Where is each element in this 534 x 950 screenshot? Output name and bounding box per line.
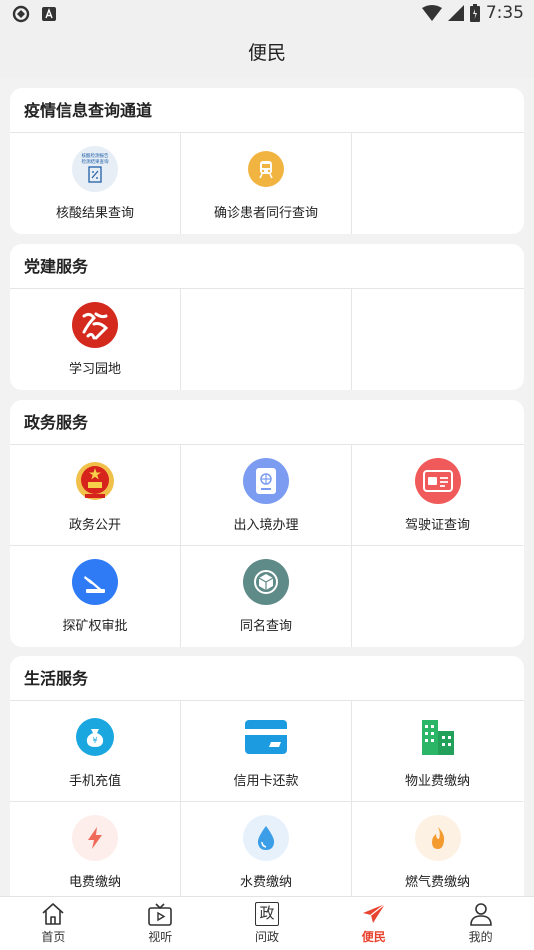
credit-card-icon xyxy=(245,720,287,754)
service-label: 核酸结果查询 xyxy=(55,206,134,221)
tab-label: 我的 xyxy=(468,930,493,944)
tab-label: 视听 xyxy=(148,930,173,944)
tab-label: 问政 xyxy=(254,930,279,944)
tab-label: 首页 xyxy=(41,930,66,944)
service-label: 出入境办理 xyxy=(233,518,299,533)
page-title: 便民 xyxy=(0,28,534,78)
service-mining-approval[interactable]: 探矿权审批 xyxy=(10,546,181,647)
service-gov-open[interactable]: 政务公开 xyxy=(10,445,181,546)
battery-icon xyxy=(469,4,480,22)
section-government: 政务服务 政务公开 出入境办理 驾驶证查询 探矿权审批 同名查询 xyxy=(10,400,524,647)
service-same-name[interactable]: 同名查询 xyxy=(181,546,352,647)
buildings-icon xyxy=(415,714,461,760)
section-title: 党建服务 xyxy=(10,244,524,289)
service-label: 同名查询 xyxy=(239,619,292,634)
service-immigration[interactable]: 出入境办理 xyxy=(181,445,352,546)
empty-cell xyxy=(352,289,523,390)
section-title: 疫情信息查询通道 xyxy=(10,88,524,133)
service-label: 确诊患者同行查询 xyxy=(213,206,318,221)
national-emblem-icon xyxy=(72,458,118,504)
service-label: 手机充值 xyxy=(68,774,121,789)
service-label: 水费缴纳 xyxy=(239,875,292,890)
nucleic-test-icon: 核酸检测报告 检测结果查询 xyxy=(72,146,118,192)
status-time: 7:35 xyxy=(485,3,524,23)
study-logo-icon xyxy=(72,302,118,348)
license-card-icon xyxy=(414,458,461,504)
section-title: 政务服务 xyxy=(10,400,524,445)
service-gas[interactable]: 燃气费缴纳 xyxy=(352,802,523,896)
passport-icon xyxy=(243,458,289,504)
user-icon xyxy=(469,903,492,926)
service-label: 政务公开 xyxy=(68,518,121,533)
empty-cell xyxy=(352,133,523,234)
water-drop-icon xyxy=(243,815,289,861)
svg-text:检测结果查询: 检测结果查询 xyxy=(82,158,109,165)
service-driving-license[interactable]: 驾驶证查询 xyxy=(352,445,523,546)
service-label: 物业费缴纳 xyxy=(404,774,470,789)
signal-icon xyxy=(447,5,464,21)
tv-icon xyxy=(148,903,172,926)
mining-icon xyxy=(72,559,118,605)
home-icon xyxy=(42,903,64,925)
tab-mine[interactable]: 我的 xyxy=(427,897,534,950)
cube-icon xyxy=(243,559,289,605)
section-title: 生活服务 xyxy=(10,656,524,701)
svg-text:核酸检测报告: 核酸检测报告 xyxy=(82,152,109,159)
tab-video[interactable]: 视听 xyxy=(107,897,214,950)
zheng-icon: 政 xyxy=(254,902,279,926)
section-life: 生活服务 ¥ 手机充值 信用卡还款 物业费缴纳 电费缴纳 水费缴纳 燃气费缴纳 xyxy=(10,656,524,896)
section-epidemic: 疫情信息查询通道 核酸检测报告 检测结果查询 核酸结果查询 确诊患者同行查询 xyxy=(10,88,524,234)
empty-cell xyxy=(181,289,352,390)
tab-convenience[interactable]: 便民 xyxy=(320,897,427,950)
service-phone-recharge[interactable]: ¥ 手机充值 xyxy=(10,701,181,802)
money-bag-icon: ¥ xyxy=(76,718,114,756)
service-label: 学习园地 xyxy=(68,362,121,377)
tab-label: 便民 xyxy=(361,930,386,944)
service-credit-card[interactable]: 信用卡还款 xyxy=(181,701,352,802)
train-icon xyxy=(248,151,284,187)
section-party: 党建服务 学习园地 xyxy=(10,244,524,390)
text-badge-icon xyxy=(42,7,56,21)
service-label: 信用卡还款 xyxy=(233,774,299,789)
service-nucleic-test[interactable]: 核酸检测报告 检测结果查询 核酸结果查询 xyxy=(10,133,181,234)
flame-icon xyxy=(414,815,461,861)
wifi-icon xyxy=(421,5,442,21)
service-property-fee[interactable]: 物业费缴纳 xyxy=(352,701,523,802)
service-label: 燃气费缴纳 xyxy=(404,875,470,890)
status-bar: 7:35 xyxy=(0,0,534,28)
lightning-icon xyxy=(72,815,118,861)
tab-home[interactable]: 首页 xyxy=(0,897,107,950)
service-electricity[interactable]: 电费缴纳 xyxy=(10,802,181,896)
service-study[interactable]: 学习园地 xyxy=(10,289,181,390)
svg-text:¥: ¥ xyxy=(92,736,97,745)
paper-plane-icon xyxy=(362,903,386,923)
service-label: 探矿权审批 xyxy=(62,619,128,634)
empty-cell xyxy=(352,546,523,647)
bottom-tab-bar: 首页 视听 政 问政 便民 我的 xyxy=(0,896,534,950)
sync-icon xyxy=(12,5,30,23)
service-label: 电费缴纳 xyxy=(68,875,121,890)
tab-inquiry[interactable]: 政 问政 xyxy=(214,897,321,950)
service-label: 驾驶证查询 xyxy=(404,518,470,533)
service-water[interactable]: 水费缴纳 xyxy=(181,802,352,896)
service-patient-travel[interactable]: 确诊患者同行查询 xyxy=(181,133,352,234)
